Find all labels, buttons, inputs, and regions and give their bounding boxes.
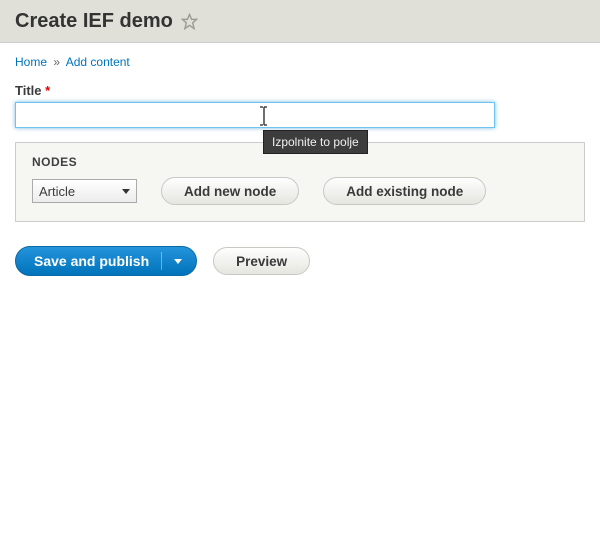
page-title: Create IEF demo — [15, 10, 173, 33]
required-mark: * — [45, 83, 50, 98]
add-new-node-button[interactable]: Add new node — [161, 177, 299, 205]
title-label-text: Title — [15, 83, 42, 98]
button-divider — [161, 252, 162, 270]
breadcrumb: Home » Add content — [15, 55, 585, 69]
title-label: Title * — [15, 83, 585, 98]
nodes-fieldset: NODES Article Add new node Add existing … — [15, 142, 585, 222]
save-and-publish-label: Save and publish — [34, 253, 149, 269]
preview-button[interactable]: Preview — [213, 247, 310, 275]
validation-tooltip: Izpolnite to polje — [263, 130, 368, 154]
breadcrumb-home[interactable]: Home — [15, 55, 47, 69]
chevron-down-icon — [122, 189, 130, 194]
star-icon[interactable] — [181, 13, 198, 30]
page-header: Create IEF demo — [0, 0, 600, 43]
nodes-legend: NODES — [32, 155, 568, 169]
breadcrumb-current[interactable]: Add content — [66, 55, 130, 69]
node-type-selected: Article — [39, 184, 75, 199]
save-and-publish-button[interactable]: Save and publish — [15, 246, 197, 276]
add-existing-node-button[interactable]: Add existing node — [323, 177, 486, 205]
node-type-select[interactable]: Article — [32, 179, 137, 203]
title-input[interactable] — [15, 102, 495, 128]
breadcrumb-separator: » — [53, 55, 60, 69]
content-area: Home » Add content Title * Izpolnite to … — [0, 43, 600, 288]
form-actions: Save and publish Preview — [15, 246, 585, 276]
chevron-down-icon — [174, 259, 182, 264]
